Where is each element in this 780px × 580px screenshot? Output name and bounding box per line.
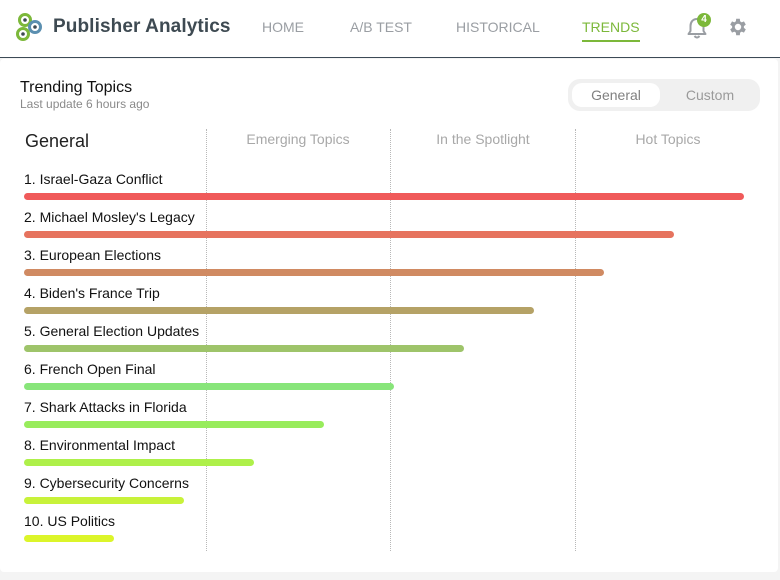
- topic-score-bar: [24, 535, 114, 542]
- topic-row[interactable]: 4. Biden's France Trip: [24, 285, 534, 314]
- topic-row[interactable]: 9. Cybersecurity Concerns: [24, 475, 189, 504]
- last-update-text: Last update 6 hours ago: [20, 97, 150, 111]
- topic-score-bar: [24, 345, 464, 352]
- topic-score-bar: [24, 421, 324, 428]
- panel-title: Trending Topics: [20, 79, 133, 96]
- app-name: Publisher Analytics: [53, 16, 231, 37]
- topic-row[interactable]: 3. European Elections: [24, 247, 604, 276]
- topic-score-bar: [24, 497, 184, 504]
- topic-score-bar: [24, 193, 744, 200]
- topic-score-bar: [24, 459, 254, 466]
- topic-row[interactable]: 5. General Election Updates: [24, 323, 464, 352]
- column-general-heading: General: [25, 131, 90, 151]
- topic-label: 3. European Elections: [24, 247, 161, 263]
- toggle-general[interactable]: General: [572, 83, 660, 107]
- trending-topics-panel: Trending Topics Last update 6 hours ago …: [0, 59, 778, 572]
- nav-historical[interactable]: HISTORICAL: [456, 19, 540, 40]
- topic-row[interactable]: 6. French Open Final: [24, 361, 394, 390]
- topic-score-bar: [24, 307, 534, 314]
- topic-score-bar: [24, 383, 394, 390]
- topic-label: 1. Israel-Gaza Conflict: [24, 171, 163, 187]
- topic-label: 6. French Open Final: [24, 361, 156, 377]
- logo-icon: [16, 13, 42, 41]
- nav-ab-test[interactable]: A/B TEST: [350, 19, 412, 40]
- topic-row[interactable]: 2. Michael Mosley's Legacy: [24, 209, 674, 238]
- topic-score-bar: [24, 231, 674, 238]
- app-header: Publisher Analytics HOME A/B TEST HISTOR…: [0, 0, 780, 58]
- topic-label: 10. US Politics: [24, 513, 116, 529]
- topic-row[interactable]: 7. Shark Attacks in Florida: [24, 399, 324, 428]
- topic-label: 5. General Election Updates: [24, 323, 200, 339]
- topic-score-bar: [24, 269, 604, 276]
- topic-row[interactable]: 1. Israel-Gaza Conflict: [24, 171, 744, 200]
- notification-badge: 4: [697, 13, 711, 27]
- column-spotlight-heading: In the Spotlight: [436, 131, 530, 147]
- topic-row[interactable]: 10. US Politics: [24, 513, 116, 542]
- topic-row[interactable]: 8. Environmental Impact: [24, 437, 254, 466]
- topic-label: 4. Biden's France Trip: [24, 285, 160, 301]
- topic-label: 9. Cybersecurity Concerns: [24, 475, 189, 491]
- topic-label: 7. Shark Attacks in Florida: [24, 399, 187, 415]
- view-toggle: General Custom: [568, 79, 760, 111]
- column-hot-heading: Hot Topics: [635, 131, 701, 147]
- nav-home[interactable]: HOME: [262, 19, 304, 40]
- column-emerging-heading: Emerging Topics: [246, 131, 350, 147]
- brand[interactable]: Publisher Analytics: [14, 12, 231, 42]
- toggle-custom[interactable]: Custom: [664, 83, 756, 107]
- gear-icon[interactable]: [727, 16, 749, 38]
- topic-label: 8. Environmental Impact: [24, 437, 175, 453]
- nav-trends[interactable]: TRENDS: [582, 19, 640, 42]
- topic-label: 2. Michael Mosley's Legacy: [24, 209, 195, 225]
